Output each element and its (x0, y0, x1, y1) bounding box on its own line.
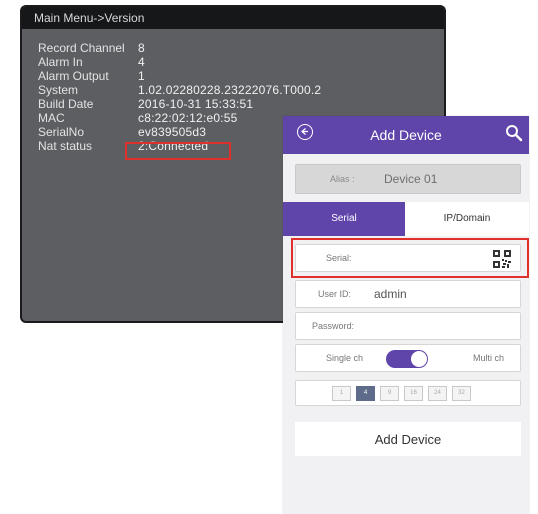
info-row-build-date: Build Date 2016-10-31 15:33:51 (38, 97, 444, 111)
phone-app-screen: Add Device Alias : Device 01 Serial IP/D… (283, 116, 529, 514)
info-value: ev839505d3 (138, 125, 207, 139)
alias-label: Alias : (330, 174, 355, 184)
single-ch-label: Single ch (326, 353, 364, 363)
user-id-value: admin (374, 287, 407, 301)
info-row-alarm-in: Alarm In 4 (38, 55, 444, 69)
tab-ip-domain[interactable]: IP/Domain (405, 202, 529, 236)
info-value: 1 (138, 69, 145, 83)
serial-highlight-box (125, 142, 231, 160)
info-label: Build Date (38, 97, 94, 111)
channel-option-32[interactable]: 32 (452, 386, 471, 401)
toggle-knob (411, 351, 427, 367)
info-value: 2016-10-31 15:33:51 (138, 97, 254, 111)
serial-field-highlight (291, 238, 529, 278)
app-title: Add Device (370, 127, 442, 143)
info-value: 4 (138, 55, 145, 69)
alias-value: Device 01 (384, 172, 438, 186)
info-value: 1.02.02280228.23222076.T000.2 (138, 83, 322, 97)
dvr-title: Main Menu->Version (22, 7, 444, 29)
channel-option-1[interactable]: 1 (332, 386, 351, 401)
info-label: MAC (38, 111, 65, 125)
info-label: SerialNo (38, 125, 85, 139)
search-icon[interactable] (505, 124, 523, 142)
add-device-button[interactable]: Add Device (295, 422, 521, 456)
channel-option-9[interactable]: 9 (380, 386, 399, 401)
connection-tabs: Serial IP/Domain (283, 202, 529, 236)
info-value: 8 (138, 41, 145, 55)
alias-field[interactable]: Alias : Device 01 (295, 164, 521, 194)
info-label: Record Channel (38, 41, 125, 55)
app-header: Add Device (283, 116, 529, 154)
user-id-label: User ID: (318, 289, 352, 299)
info-row-alarm-output: Alarm Output 1 (38, 69, 444, 83)
channel-option-16[interactable]: 16 (404, 386, 423, 401)
channel-mode-toggle[interactable] (386, 350, 428, 368)
channel-mode-row: Single ch Multi ch (295, 344, 521, 372)
tab-serial[interactable]: Serial (283, 202, 405, 236)
info-row-system: System 1.02.02280228.23222076.T000.2 (38, 83, 444, 97)
info-label: Nat status (38, 139, 93, 153)
multi-ch-label: Multi ch (472, 353, 504, 363)
channel-option-24[interactable]: 24 (428, 386, 447, 401)
channel-option-4[interactable]: 4 (356, 386, 375, 401)
info-label: Alarm Output (38, 69, 109, 83)
channel-count-row: 1 4 9 16 24 32 (295, 380, 521, 406)
password-field[interactable]: Password: (295, 312, 521, 340)
password-label: Password: (312, 321, 355, 331)
user-id-field[interactable]: User ID: admin (295, 280, 521, 308)
info-label: Alarm In (38, 55, 83, 69)
info-value: c8:22:02:12:e0:55 (138, 111, 238, 125)
info-label: System (38, 83, 79, 97)
info-row-record-channel: Record Channel 8 (38, 41, 444, 55)
